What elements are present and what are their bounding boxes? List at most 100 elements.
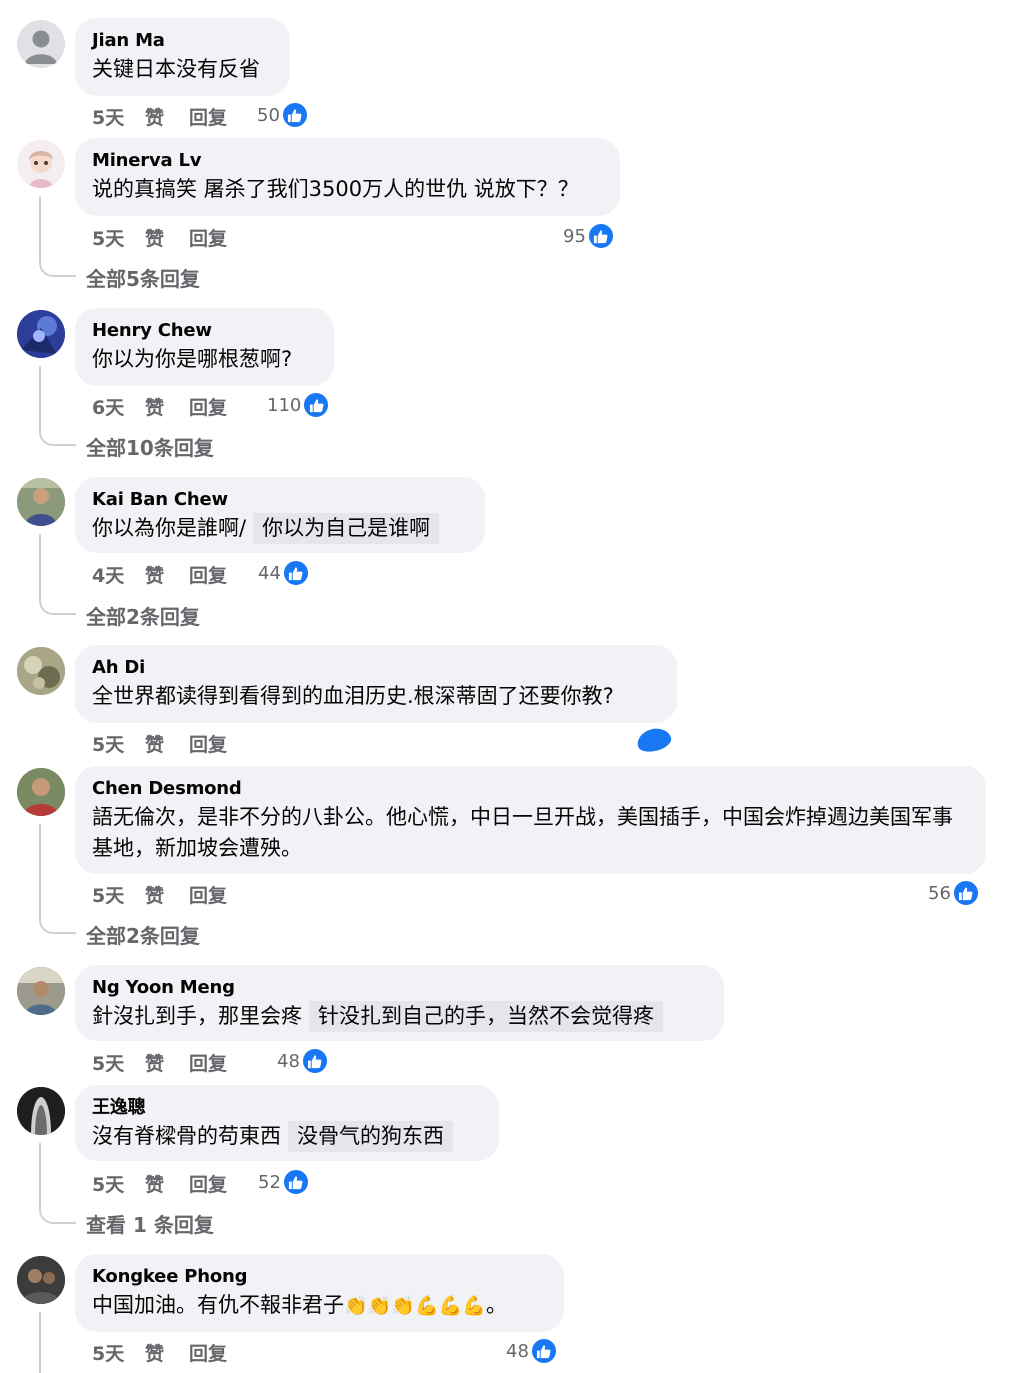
reaction-count[interactable]: 52 [258,1167,310,1197]
comment-original-text: 針沒扎到手，那里会疼 [92,1004,302,1028]
comment-time[interactable]: 5天 [92,730,124,757]
comment-text: 針沒扎到手，那里会疼 针没扎到自己的手，当然不会觉得疼 [92,1001,708,1032]
reaction-count[interactable]: 44 [258,558,310,588]
thumbs-up-icon [281,1168,310,1196]
comment-actions: 5天 赞 回复 52 [92,1167,342,1197]
reply-button[interactable]: 回复 [189,561,227,588]
comment-text: 全世界都读得到看得到的血泪历史.根深蒂固了还要你教? [92,684,614,708]
comment-original-text: 沒有脊樑骨的苟東西 [92,1124,281,1148]
reply-button[interactable]: 回复 [189,1339,227,1366]
avatar[interactable] [17,768,65,816]
reply-button[interactable]: 回复 [189,393,227,420]
comment-author[interactable]: Ng Yoon Meng [92,975,708,1001]
like-button[interactable]: 赞 [145,1339,164,1366]
comment-author[interactable]: Ah Di [92,655,661,681]
comment-text: 关键日本没有反省 [92,57,260,81]
comment-time[interactable]: 5天 [92,1339,124,1366]
thread-line [39,410,76,446]
reply-button[interactable]: 回复 [189,103,227,130]
like-button[interactable]: 赞 [145,881,164,908]
emoji-text: 👏👏👏💪💪💪 [344,1295,486,1317]
avatar[interactable] [17,1087,65,1135]
comment-actions: 5天 赞 回复 [92,730,292,756]
view-replies-link[interactable]: 全部2条回复 [86,920,200,949]
thread-line [39,1143,41,1189]
like-button[interactable]: 赞 [145,224,164,251]
thumbs-up-icon [280,101,309,129]
comment-author[interactable]: Minerva Lv [92,148,604,174]
reaction-count[interactable]: 110 [267,390,331,420]
comment-author[interactable]: Kongkee Phong [92,1264,548,1290]
comment-bubble: Kai Ban Chew 你以為你是誰啊/你以为自己是谁啊 [75,477,485,553]
avatar[interactable] [17,967,65,1015]
thumbs-up-icon [300,1047,329,1075]
reaction-count[interactable]: 56 [928,878,980,908]
thumbs-up-icon [586,222,615,250]
avatar-image [17,1256,65,1304]
avatar-image [17,647,65,695]
like-button[interactable]: 赞 [145,730,164,757]
view-replies-link[interactable]: 全部10条回复 [86,432,214,461]
comment-time[interactable]: 5天 [92,881,124,908]
thread-line [39,366,41,411]
comment-bubble: Kongkee Phong 中国加油。有仇不報非君子👏👏👏💪💪💪。 [75,1254,564,1332]
reply-button[interactable]: 回复 [189,730,227,757]
reaction-count[interactable]: 48 [277,1046,329,1076]
like-button[interactable]: 赞 [145,561,164,588]
comment-author[interactable]: Kai Ban Chew [92,487,469,513]
reaction-count[interactable]: 95 [563,221,615,251]
avatar-image [17,768,65,816]
comment-time[interactable]: 6天 [92,393,124,420]
comment-time[interactable]: 5天 [92,224,124,251]
comment-time[interactable]: 5天 [92,1049,124,1076]
view-replies-link[interactable]: 全部5条回复 [86,263,200,292]
reply-button[interactable]: 回复 [189,881,227,908]
comment-author[interactable]: 王逸聰 [92,1095,483,1121]
avatar[interactable] [17,140,65,188]
thumbs-up-icon [302,391,331,419]
reaction-count-value: 110 [267,394,302,416]
comment-author[interactable]: Chen Desmond [92,776,970,802]
translated-text: 你以为自己是谁啊 [253,513,440,544]
comment-bubble: Ah Di 全世界都读得到看得到的血泪历史.根深蒂固了还要你教? [75,645,677,723]
comment-bubble: Chen Desmond 語无倫次，是非不分的八卦公。他心慌，中日一旦开战，美国… [75,766,986,874]
avatar[interactable] [17,310,65,358]
reaction-count[interactable]: 50 [257,100,309,130]
comment-text: 你以为你是哪根葱啊? [92,347,293,371]
comment-actions: 4天 赞 回复 44 [92,558,342,588]
comment-text: 你以為你是誰啊/你以为自己是谁啊 [92,513,469,544]
reply-button[interactable]: 回复 [189,1170,227,1197]
view-replies-link[interactable]: 全部2条回复 [86,601,200,630]
comment-time[interactable]: 5天 [92,103,124,130]
comment-actions: 5天 赞 回复 56 [92,878,992,908]
reply-button[interactable]: 回复 [189,1049,227,1076]
reaction-count-value: 44 [258,562,281,584]
thread-line [39,898,76,934]
avatar-image [17,310,65,358]
avatar[interactable] [17,478,65,526]
comment-time[interactable]: 4天 [92,561,124,588]
reaction-count[interactable]: 48 [506,1336,558,1366]
avatar[interactable] [17,1256,65,1304]
comment-actions: 6天 赞 回复 110 [92,390,342,420]
comment-actions: 5天 赞 回复 95 [92,221,622,251]
comment-actions: 5天 赞 回复 48 [92,1336,572,1366]
like-button[interactable]: 赞 [145,103,164,130]
like-button[interactable]: 赞 [145,1170,164,1197]
comment-author[interactable]: Jian Ma [92,28,274,54]
reaction-icon[interactable] [634,725,674,755]
like-button[interactable]: 赞 [145,1049,164,1076]
comment-time[interactable]: 5天 [92,1170,124,1197]
thumbs-up-icon [529,1337,558,1365]
reply-button[interactable]: 回复 [189,224,227,251]
thread-line [39,1188,76,1224]
thumbs-up-icon [281,559,310,587]
thread-line [39,1312,41,1373]
like-button[interactable]: 赞 [145,393,164,420]
avatar[interactable] [17,647,65,695]
thread-line [39,241,76,277]
avatar[interactable] [17,20,65,68]
comment-author[interactable]: Henry Chew [92,318,318,344]
comment-original-text: 中国加油。有仇不報非君子 [92,1293,344,1317]
view-replies-link[interactable]: 查看 1 条回复 [86,1209,214,1238]
